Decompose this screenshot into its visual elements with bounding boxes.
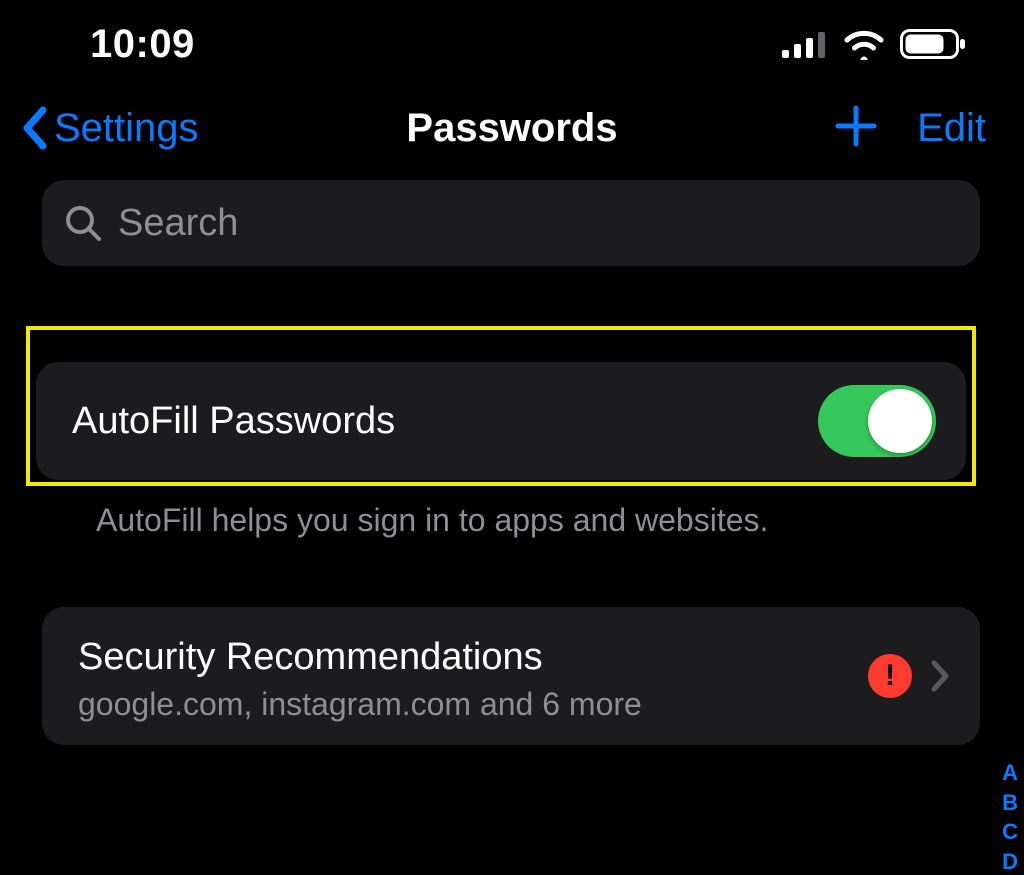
chevron-left-icon [20,106,50,150]
cellular-signal-icon [782,30,828,58]
edit-button[interactable]: Edit [917,106,986,151]
wifi-icon [842,28,886,60]
security-title: Security Recommendations [78,633,868,682]
nav-bar: Settings Passwords Edit [0,88,1024,168]
plus-icon [835,105,877,147]
security-subtitle: google.com, instagram.com and 6 more [78,686,868,723]
status-indicators [782,28,966,60]
chevron-right-icon [930,659,950,693]
status-time: 10:09 [90,22,195,67]
autofill-passwords-row[interactable]: AutoFill Passwords [36,362,966,480]
security-recommendations-row[interactable]: Security Recommendations google.com, ins… [42,607,980,745]
search-input[interactable] [118,202,958,245]
status-bar: 10:09 [0,0,1024,88]
index-letter[interactable]: C [1002,818,1018,846]
autofill-toggle[interactable] [818,385,936,457]
autofill-label: AutoFill Passwords [72,400,818,443]
section-index[interactable]: ABCD [1002,759,1018,875]
index-letter[interactable]: A [1002,759,1018,787]
battery-icon [900,29,966,59]
search-icon [64,204,102,242]
back-label: Settings [54,106,199,151]
toggle-knob [868,389,932,453]
exclamation-icon: ! [885,661,895,691]
page-title: Passwords [406,106,617,151]
back-button[interactable]: Settings [20,106,199,151]
index-letter[interactable]: D [1002,848,1018,875]
alert-icon: ! [868,654,912,698]
index-letter[interactable]: B [1002,789,1018,817]
add-button[interactable] [835,105,877,152]
search-field[interactable] [42,180,980,266]
highlight-frame: AutoFill Passwords [26,326,976,486]
autofill-footer: AutoFill helps you sign in to apps and w… [42,486,980,539]
